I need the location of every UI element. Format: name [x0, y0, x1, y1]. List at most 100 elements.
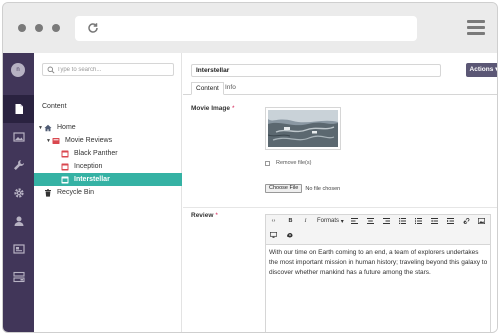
formats-dropdown[interactable]: Formats ▾: [317, 216, 344, 226]
avatar[interactable]: n: [11, 63, 25, 77]
browser-window: n Type to search... Content ▼ Home ▼ Mov…: [2, 2, 498, 333]
review-label: Review *: [191, 212, 218, 219]
bullet-list-icon: [399, 218, 406, 224]
actions-button[interactable]: Actions ▾: [466, 63, 497, 77]
window-dot: [52, 24, 60, 32]
address-bar[interactable]: [75, 16, 417, 41]
formats-label: Formats: [317, 218, 340, 224]
align-center-icon: [367, 218, 374, 224]
tree-search[interactable]: [42, 63, 174, 76]
sidebar-item-forms[interactable]: [3, 263, 34, 291]
required-mark: *: [215, 212, 218, 219]
indent-button[interactable]: [445, 216, 456, 226]
monitor-icon: [270, 232, 277, 238]
insert-macro-button[interactable]: [284, 230, 295, 240]
cms-app: n Type to search... Content ▼ Home ▼ Mov…: [3, 53, 497, 332]
sidebar-item-media[interactable]: [3, 123, 34, 151]
reload-icon[interactable]: [87, 22, 99, 34]
remove-files-checkbox[interactable]: [265, 160, 270, 166]
trash-icon: [45, 188, 51, 197]
property-divider: [183, 207, 497, 208]
image-icon: [12, 132, 25, 142]
embed-media-button[interactable]: [268, 230, 279, 240]
rte-toolbar: ‹› B I Formats ▾: [266, 215, 490, 245]
rich-text-editor: ‹› B I Formats ▾ With our time on Earth …: [265, 214, 491, 332]
window-dot: [35, 24, 43, 32]
numbered-list-icon: [415, 218, 422, 224]
tab-content[interactable]: Content: [191, 82, 224, 95]
actions-label: Actions: [469, 66, 494, 73]
page-icon: [61, 150, 69, 157]
source-code-button[interactable]: ‹›: [268, 216, 279, 226]
list-form-icon: [12, 271, 25, 283]
align-right-button[interactable]: [381, 216, 392, 226]
tree-node-label: Recycle Bin: [57, 189, 94, 196]
align-center-button[interactable]: [365, 216, 376, 226]
address-card-icon: [12, 244, 25, 254]
tree-node-home[interactable]: ▼ Home: [34, 121, 182, 134]
search-input[interactable]: [57, 64, 171, 75]
align-left-icon: [351, 218, 358, 224]
movie-still-image: [267, 110, 338, 147]
content-tree-panel: Content ▼ Home ▼ Movie Reviews Black Pan…: [34, 53, 182, 332]
page-icon: [61, 176, 69, 183]
sidebar-item-members[interactable]: [3, 235, 34, 263]
choose-file-button[interactable]: Choose File: [265, 184, 303, 193]
bullet-list-button[interactable]: [397, 216, 408, 226]
numbered-list-button[interactable]: [413, 216, 424, 226]
image-icon: [478, 218, 485, 224]
folder-icon: [52, 137, 60, 144]
indent-icon: [447, 218, 454, 224]
search-icon: [47, 66, 55, 74]
required-mark: *: [232, 105, 235, 112]
review-body-text[interactable]: With our time on Earth coming to an end,…: [269, 248, 489, 278]
caret-down-icon[interactable]: ▼: [37, 125, 44, 131]
main-sidebar: n: [3, 53, 34, 332]
tree-node-label: Movie Reviews: [65, 137, 113, 144]
macro-icon: [287, 233, 293, 238]
page-icon: [61, 163, 69, 170]
align-right-icon: [383, 218, 390, 224]
tree-node-recycle-bin[interactable]: Recycle Bin: [34, 186, 182, 199]
user-icon: [14, 216, 23, 226]
tree-node-label: Inception: [74, 163, 103, 170]
sidebar-item-developer[interactable]: [3, 179, 34, 207]
sidebar-item-settings[interactable]: [3, 151, 34, 179]
tree-node-label: Home: [57, 124, 76, 131]
insert-image-button[interactable]: [476, 216, 487, 226]
tree-node-label: Interstellar: [74, 176, 110, 183]
browser-chrome: [3, 3, 497, 53]
movie-image-thumbnail[interactable]: [265, 107, 341, 150]
remove-files-label: Remove file(s): [276, 160, 312, 166]
sidebar-item-content[interactable]: [3, 95, 34, 123]
sidebar-item-users[interactable]: [3, 207, 34, 235]
tree-node-label: Black Panther: [74, 150, 118, 157]
node-name-input[interactable]: [191, 64, 441, 77]
tree-section-title: Content: [42, 103, 67, 110]
tree-node-black-panther[interactable]: Black Panther: [34, 147, 182, 160]
link-button[interactable]: [461, 216, 472, 226]
tree-node-inception[interactable]: Inception: [34, 160, 182, 173]
italic-button[interactable]: I: [300, 216, 311, 226]
window-dot: [18, 24, 26, 32]
gear-icon: [13, 188, 24, 198]
content-editor: Actions ▾ Content Info Movie Image*: [183, 53, 497, 332]
caret-down-icon: ▾: [340, 218, 344, 225]
chevron-down-icon: ▾: [495, 66, 497, 73]
tree-node-movie-reviews[interactable]: ▼ Movie Reviews: [34, 134, 182, 147]
hamburger-menu-icon[interactable]: [467, 20, 485, 36]
align-left-button[interactable]: [349, 216, 360, 226]
tree-node-interstellar[interactable]: Interstellar: [34, 173, 182, 186]
remove-files-option[interactable]: Remove file(s): [265, 160, 311, 166]
movie-image-label: Movie Image *: [191, 105, 235, 112]
tab-info[interactable]: Info: [221, 82, 240, 95]
bold-button[interactable]: B: [285, 216, 296, 226]
outdent-icon: [431, 218, 438, 224]
no-file-status: No file chosen: [305, 185, 341, 192]
home-icon: [44, 124, 52, 131]
caret-down-icon[interactable]: ▼: [45, 138, 52, 144]
wrench-icon: [13, 160, 24, 170]
editor-tabs: Content Info: [183, 82, 497, 95]
link-icon: [463, 218, 470, 224]
outdent-button[interactable]: [429, 216, 440, 226]
